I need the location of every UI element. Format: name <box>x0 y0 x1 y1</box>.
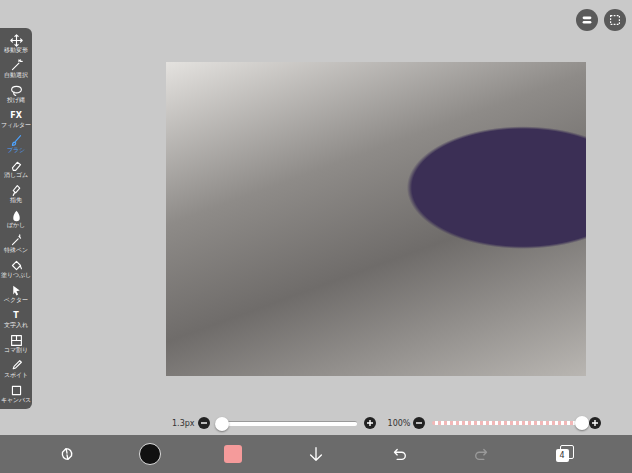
slider-row: 1.3px 100% <box>0 417 632 429</box>
tool-item[interactable]: キャンバス <box>0 381 32 406</box>
tool-icon <box>10 159 23 172</box>
canvas-artwork[interactable] <box>166 62 586 376</box>
tool-item[interactable]: ベクター <box>0 281 32 306</box>
toggle-button[interactable] <box>576 9 598 31</box>
tool-icon <box>10 334 23 347</box>
secondary-color[interactable] <box>224 445 242 463</box>
tool-item[interactable]: 投げ縄 <box>0 81 32 106</box>
tool-item[interactable]: 消しゴム <box>0 156 32 181</box>
slider-thumb[interactable] <box>215 417 229 431</box>
bottom-bar: 4 <box>0 435 632 473</box>
tool-icon <box>10 234 23 247</box>
minus-icon[interactable] <box>413 417 425 429</box>
tool-icon <box>10 259 23 272</box>
tool-item[interactable]: 移動変形 <box>0 31 32 56</box>
tool-icon <box>10 59 23 72</box>
tool-item[interactable]: 塗りつぶし <box>0 256 32 281</box>
tool-icon <box>10 209 23 222</box>
tool-icon <box>10 84 23 97</box>
slider-thumb[interactable] <box>575 416 589 430</box>
down-arrow-icon[interactable] <box>307 445 325 463</box>
tool-palette: 移動変形自動選択投げ縄FXフィルターブラシ消しゴム指先ぼかし特殊ペン塗りつぶしベ… <box>0 28 32 409</box>
tool-item[interactable]: スポイト <box>0 356 32 381</box>
tool-icon <box>10 134 23 147</box>
tool-icon <box>10 184 23 197</box>
redo-icon[interactable] <box>473 445 491 463</box>
toggle-icon <box>580 13 594 27</box>
slider-track[interactable] <box>432 421 582 425</box>
tool-icon <box>10 359 23 372</box>
layers-button[interactable]: 4 <box>556 445 574 463</box>
workspace: 移動変形自動選択投げ縄FXフィルターブラシ消しゴム指先ぼかし特殊ペン塗りつぶしベ… <box>0 0 632 435</box>
tool-item[interactable]: コマ割り <box>0 331 32 356</box>
plus-icon[interactable] <box>364 417 376 429</box>
dotted-square-icon <box>608 13 622 27</box>
minus-icon[interactable] <box>198 417 210 429</box>
slider-track[interactable] <box>217 421 357 426</box>
tool-item[interactable]: 自動選択 <box>0 56 32 81</box>
tool-item[interactable]: 指先 <box>0 181 32 206</box>
tool-icon <box>10 284 23 297</box>
paint-app: 移動変形自動選択投げ縄FXフィルターブラシ消しゴム指先ぼかし特殊ペン塗りつぶしベ… <box>0 0 632 473</box>
tool-item[interactable]: 特殊ペン <box>0 231 32 256</box>
tool-icon: T <box>10 309 23 322</box>
undo-icon[interactable] <box>390 445 408 463</box>
primary-color[interactable] <box>139 443 161 465</box>
opacity-slider: 100% <box>388 417 602 429</box>
top-right-buttons <box>576 9 626 31</box>
tool-icon: FX <box>10 109 23 122</box>
swap-icon[interactable] <box>58 445 76 463</box>
selection-button[interactable] <box>604 9 626 31</box>
tool-item[interactable]: ぼかし <box>0 206 32 231</box>
tool-item[interactable]: ブラシ <box>0 131 32 156</box>
tool-item[interactable]: T文字入れ <box>0 306 32 331</box>
tool-icon <box>10 34 23 47</box>
tool-icon <box>10 384 23 397</box>
brush-size-slider: 1.3px <box>172 417 376 429</box>
plus-icon[interactable] <box>589 417 601 429</box>
tool-item[interactable]: FXフィルター <box>0 106 32 131</box>
